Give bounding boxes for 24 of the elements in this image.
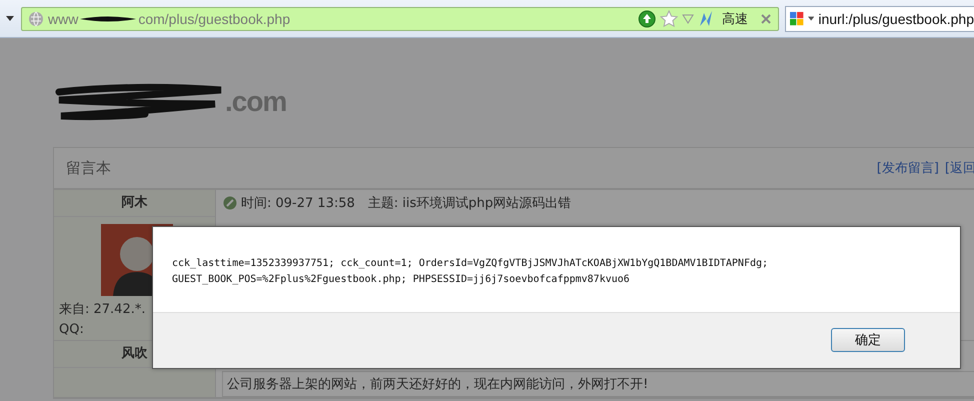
search-field[interactable]: inurl:/plus/guestbook.php xyxy=(785,6,974,32)
panel-title: 留言本 xyxy=(66,158,111,178)
speed-label[interactable]: 高速 xyxy=(722,10,748,28)
dialog-message: cck_lasttime=1352339937751; cck_count=1; OrdersId=VgZQfgVTBjJSMVJhATcKOABjXW1bYgQ1BDAMV1BIDTAPNFdg; GUEST_BOOK_POS=%2Fplus%2Fguestbook.php; PHPSESSID=jj6j7soevbofcafppmv87kvuo6 xyxy=(172,257,770,287)
author-name: 阿木 xyxy=(54,190,215,217)
post-subject: 主题: iis环境调试php网站源码出错 xyxy=(368,195,572,212)
lightning-icon[interactable] xyxy=(698,10,714,28)
message-text: 公司服务器上架的网站，前两天还好好的，现在内网能访问，外网打不开! xyxy=(222,371,974,397)
search-text: inurl:/plus/guestbook.php xyxy=(818,10,974,26)
post-time: 时间: 09-27 13:58 xyxy=(241,195,355,212)
post-icon xyxy=(222,195,238,211)
url-text: www xyxy=(48,10,78,26)
dropdown-caret-icon[interactable] xyxy=(808,16,814,22)
star-icon[interactable] xyxy=(660,10,678,28)
ok-button[interactable]: 确定 xyxy=(831,328,905,352)
search-engine-icon[interactable] xyxy=(790,10,804,28)
globe-icon xyxy=(28,10,44,26)
url-text: com/plus/guestbook.php xyxy=(138,10,290,26)
address-bar[interactable]: www com/plus/guestbook.php 高速 xyxy=(21,6,779,30)
origin-text: 来自: 27.42.*. xyxy=(59,301,146,318)
qq-label: QQ: xyxy=(59,322,85,337)
dropdown-caret-icon[interactable] xyxy=(5,14,15,22)
triangle-down-icon[interactable] xyxy=(682,14,694,24)
close-icon[interactable] xyxy=(760,12,772,24)
